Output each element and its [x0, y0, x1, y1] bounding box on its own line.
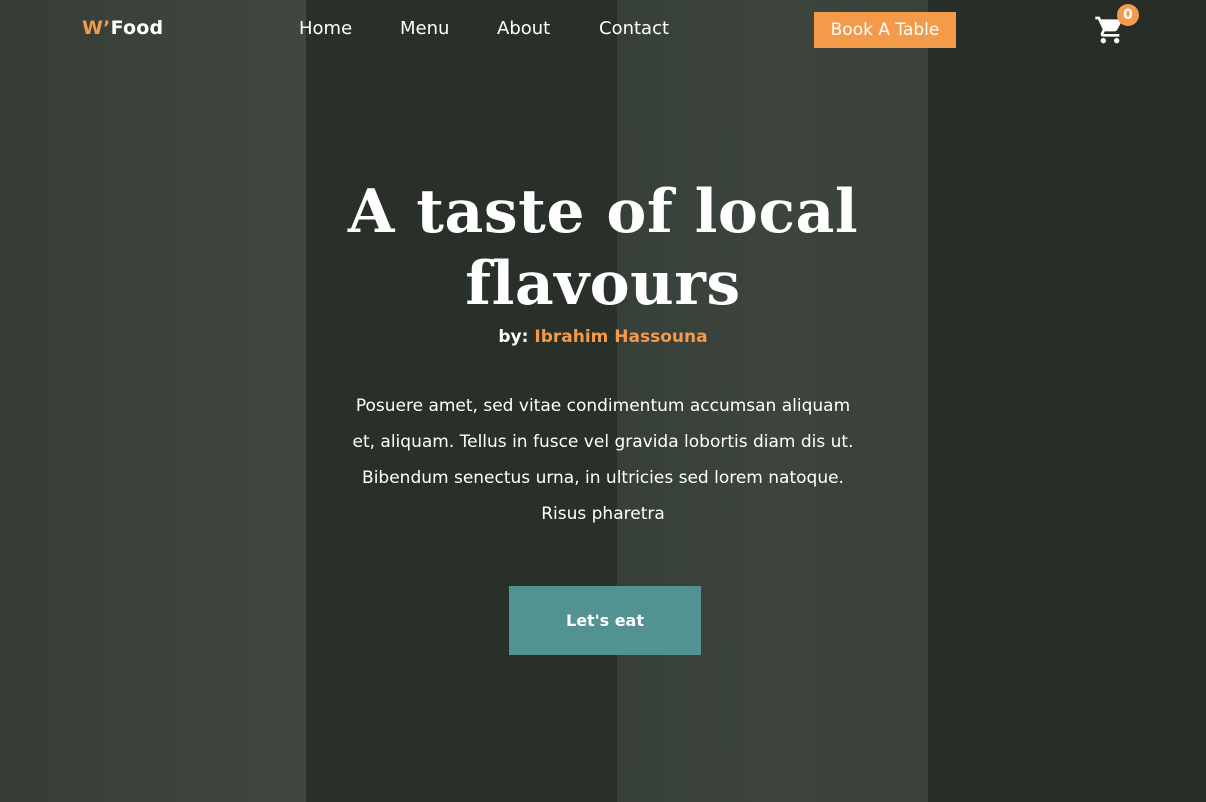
nav-link-home[interactable]: Home	[299, 18, 352, 40]
hero-title-line: flavours	[465, 249, 741, 319]
logo-word: Food	[110, 17, 164, 39]
author-byline: by: Ibrahim Hassouna	[353, 326, 853, 348]
description-line: Posuere amet, sed vitae condimentum accu…	[355, 396, 851, 416]
book-a-table-button[interactable]: Book A Table	[814, 12, 956, 48]
description-line: Risus pharetra	[541, 504, 665, 524]
nav-link-menu[interactable]: Menu	[400, 18, 449, 40]
page: W’Food Home Menu About Contact Book A Ta…	[0, 0, 1206, 802]
background-band	[0, 0, 306, 802]
byline-prefix: by:	[498, 327, 529, 347]
background-band	[928, 0, 1206, 802]
hero-title: A taste of local flavours	[253, 176, 953, 320]
description-line: et, aliquam. Tellus in fusce vel gravida…	[352, 432, 854, 452]
author-name: Ibrahim Hassouna	[534, 327, 708, 347]
logo-mark: W’	[82, 17, 111, 39]
nav-link-about[interactable]: About	[497, 18, 550, 40]
hero-description: Posuere amet, sed vitae condimentum accu…	[318, 388, 888, 532]
site-logo[interactable]: W’Food	[82, 17, 163, 39]
nav-link-contact[interactable]: Contact	[599, 18, 669, 40]
description-line: Bibendum senectus urna, in ultricies sed…	[362, 468, 844, 488]
lets-eat-button[interactable]: Let's eat	[509, 586, 701, 655]
hero-title-line: A taste of local	[347, 177, 859, 247]
cart-count-badge: 0	[1117, 4, 1139, 26]
